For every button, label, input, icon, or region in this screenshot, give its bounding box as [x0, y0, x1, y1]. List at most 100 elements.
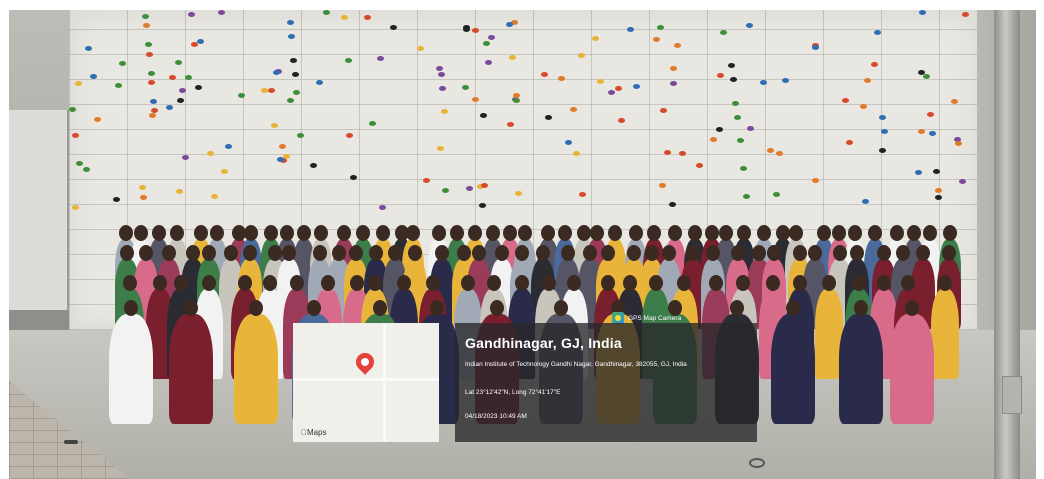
climbing-hold [364, 15, 371, 20]
person-head [922, 225, 937, 241]
person-head [832, 245, 847, 261]
climbing-hold [728, 63, 735, 68]
person [770, 314, 815, 424]
person-head [867, 225, 882, 241]
climbing-hold [653, 37, 660, 42]
climbing-hold [732, 101, 739, 106]
person-head [646, 225, 661, 241]
climbing-hold [417, 46, 424, 51]
climbing-hold [297, 133, 304, 138]
person [838, 314, 883, 424]
person-head [314, 225, 329, 241]
climbing-hold [83, 167, 90, 172]
climbing-hold [670, 66, 677, 71]
person-head [688, 225, 703, 241]
climbing-hold [350, 175, 357, 180]
gps-app-name: GPS Map Camera [628, 314, 682, 322]
climbing-hold [746, 23, 753, 28]
climbing-hold [423, 178, 430, 183]
climbing-hold [323, 10, 330, 15]
climbing-hold [710, 137, 717, 142]
person-head [122, 275, 137, 291]
person-head [667, 225, 682, 241]
climbing-hold [927, 112, 934, 117]
person-head [649, 275, 664, 291]
climbing-hold [955, 141, 962, 146]
climbing-hold [472, 28, 479, 33]
climbing-hold [627, 27, 634, 32]
person-head [540, 225, 555, 241]
person [930, 289, 959, 379]
climbing-hold [218, 10, 225, 15]
person-head [248, 300, 263, 316]
climbing-hold [271, 123, 278, 128]
climbing-hold [310, 163, 317, 168]
person-head [237, 275, 252, 291]
climbing-hold [290, 58, 297, 63]
climbing-hold [881, 129, 888, 134]
climbing-hold [716, 127, 723, 132]
person-head [425, 275, 440, 291]
person [169, 314, 214, 424]
climbing-hold [679, 151, 686, 156]
climbing-hold [221, 169, 228, 174]
person-head [589, 225, 604, 241]
climbing-hold [782, 78, 789, 83]
person-head [792, 245, 807, 261]
climbing-hold [747, 126, 754, 131]
maps-brand-label: Maps [301, 428, 327, 437]
person-head [776, 225, 791, 241]
climbing-hold [238, 93, 245, 98]
person-head [916, 245, 931, 261]
location-coordinates: Lat 23°12'42"N, Long 72°41'17"E [465, 389, 561, 396]
maps-logo: Maps [301, 428, 327, 437]
person-head [124, 300, 139, 316]
climbing-hold [615, 86, 622, 91]
climbing-hold [740, 166, 747, 171]
climbing-hold [507, 122, 514, 127]
person-head [937, 275, 952, 291]
climbing-hold [488, 35, 495, 40]
climbing-hold [767, 148, 774, 153]
person-head [752, 245, 767, 261]
person-head [263, 225, 278, 241]
climbing-hold [225, 144, 232, 149]
person-head [432, 225, 447, 241]
climbing-hold [915, 170, 922, 175]
climbing-hold [864, 78, 871, 83]
person-head [396, 275, 411, 291]
person-head [792, 275, 807, 291]
climbing-hold [592, 36, 599, 41]
person-head [853, 300, 868, 316]
climbing-hold [578, 53, 585, 58]
climbing-hold [148, 71, 155, 76]
climbing-hold [513, 98, 520, 103]
climbing-hold [94, 117, 101, 122]
person-head [376, 225, 390, 241]
climbing-hold [369, 121, 376, 126]
climbing-hold [179, 88, 186, 93]
climbing-hold [472, 97, 479, 102]
climbing-hold [441, 109, 448, 114]
climbing-hold [85, 46, 92, 51]
person-head [831, 225, 846, 241]
climbing-hold [862, 199, 869, 204]
climbing-hold [442, 188, 449, 193]
person-head [876, 245, 891, 261]
person-head [119, 245, 134, 261]
person-head [242, 245, 257, 261]
location-timestamp: 04/18/2023 10:49 AM [465, 413, 527, 420]
person-head [576, 225, 591, 241]
person-head [807, 245, 822, 261]
person-head [356, 225, 371, 241]
person-head [626, 245, 641, 261]
drain-slot [64, 440, 78, 444]
climbing-hold [346, 133, 353, 138]
person-head [943, 225, 958, 241]
climbing-hold [506, 22, 513, 27]
climbing-hold [545, 115, 552, 120]
climbing-hold [72, 205, 79, 210]
person-head [906, 225, 921, 241]
person-head [169, 225, 184, 241]
climbing-hold [935, 188, 942, 193]
